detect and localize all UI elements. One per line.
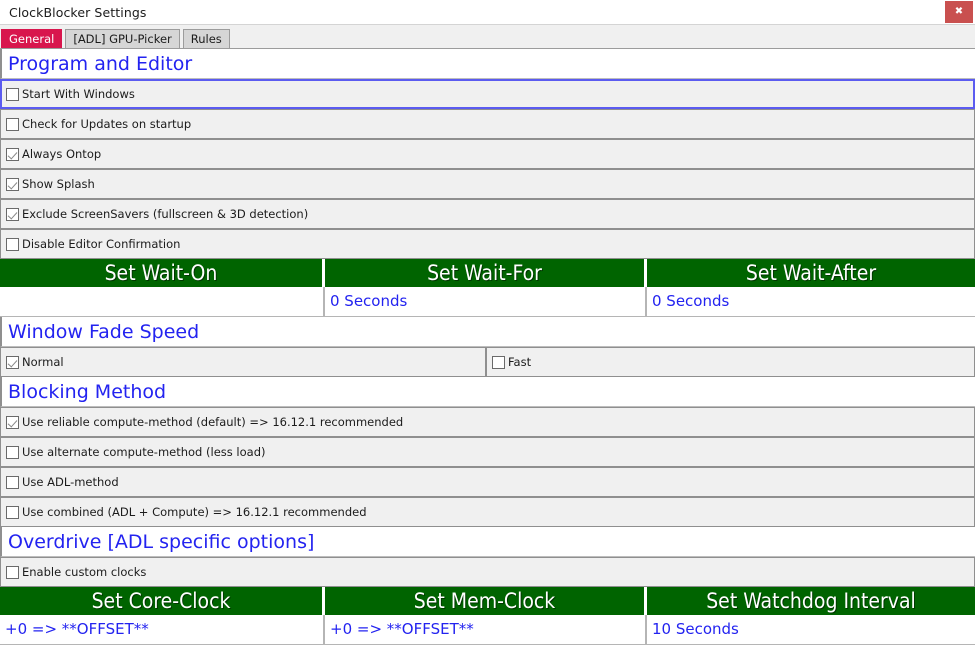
cell-value: +0 => **OFFSET** <box>330 620 474 638</box>
checkbox-icon[interactable] <box>6 445 19 459</box>
wait-for-value-cell[interactable]: 0 Seconds <box>325 287 647 317</box>
checkbox-icon[interactable] <box>6 565 19 579</box>
checkbox-icon[interactable] <box>6 475 19 489</box>
option-enable-custom-clocks[interactable]: Enable custom clocks <box>0 557 975 587</box>
option-always-ontop[interactable]: Always Ontop <box>0 139 975 169</box>
section-heading-label: Window Fade Speed <box>8 320 200 343</box>
clock-grid-value-row: +0 => **OFFSET** +0 => **OFFSET** 10 Sec… <box>0 615 975 645</box>
option-label: Normal <box>22 355 64 369</box>
clock-grid-header-set-core-clock: Set Core-Clock <box>0 587 325 615</box>
option-label: Fast <box>508 355 532 369</box>
wait-after-value-cell[interactable]: 0 Seconds <box>647 287 975 317</box>
grid-header-label: Set Wait-On <box>104 261 218 285</box>
mem-clock-value-cell[interactable]: +0 => **OFFSET** <box>325 615 647 645</box>
grid-header-label: Set Wait-For <box>427 261 542 285</box>
option-label: Disable Editor Confirmation <box>22 237 181 251</box>
wait-grid-header-set-wait-for: Set Wait-For <box>325 259 647 287</box>
wait-grid-header-row: Set Wait-On Set Wait-For Set Wait-After <box>0 259 975 287</box>
section-program-and-editor: Program and Editor <box>0 49 975 79</box>
option-label: Always Ontop <box>22 147 102 161</box>
checkbox-icon[interactable] <box>6 237 19 251</box>
checkbox-checked-icon[interactable] <box>6 207 19 221</box>
option-show-splash[interactable]: Show Splash <box>0 169 975 199</box>
cell-value: +0 => **OFFSET** <box>5 620 149 638</box>
close-window-button[interactable]: ✖ <box>945 0 973 23</box>
checkbox-icon[interactable] <box>6 87 19 101</box>
checkbox-icon[interactable] <box>6 117 19 131</box>
section-heading-label: Blocking Method <box>8 380 167 403</box>
option-use-combined-adl-compute[interactable]: Use combined (ADL + Compute) => 16.12.1 … <box>0 497 975 527</box>
option-label: Enable custom clocks <box>22 565 147 579</box>
option-label: Use ADL-method <box>22 475 119 489</box>
clock-grid-header-row: Set Core-Clock Set Mem-Clock Set Watchdo… <box>0 587 975 615</box>
wait-on-value-cell[interactable] <box>0 287 325 317</box>
checkbox-icon[interactable] <box>6 505 19 519</box>
option-exclude-screensavers[interactable]: Exclude ScreenSavers (fullscreen & 3D de… <box>0 199 975 229</box>
section-overdrive: Overdrive [ADL specific options] <box>0 527 975 557</box>
option-label: Show Splash <box>22 177 95 191</box>
watchdog-interval-value-cell[interactable]: 10 Seconds <box>647 615 975 645</box>
grid-header-label: Set Mem-Clock <box>413 589 556 613</box>
grid-header-label: Set Core-Clock <box>91 589 231 613</box>
checkbox-checked-icon[interactable] <box>6 147 19 161</box>
option-label: Exclude ScreenSavers (fullscreen & 3D de… <box>22 207 309 221</box>
tab-rules[interactable]: Rules <box>182 29 230 48</box>
checkbox-checked-icon[interactable] <box>6 415 19 429</box>
wait-grid-header-set-wait-on: Set Wait-On <box>0 259 325 287</box>
option-label: Use alternate compute-method (less load) <box>22 445 266 459</box>
option-label: Use combined (ADL + Compute) => 16.12.1 … <box>22 505 367 519</box>
option-use-alternate-compute-method[interactable]: Use alternate compute-method (less load) <box>0 437 975 467</box>
window-titlebar: ClockBlocker Settings ✖ <box>0 0 975 24</box>
window-fade-speed-options-row: Normal Fast <box>0 347 975 377</box>
option-start-with-windows[interactable]: Start With Windows <box>0 79 975 109</box>
option-fade-normal[interactable]: Normal <box>0 347 486 377</box>
cell-value: 10 Seconds <box>652 620 739 638</box>
checkbox-icon[interactable] <box>492 355 505 369</box>
clock-grid-header-set-mem-clock: Set Mem-Clock <box>325 587 647 615</box>
core-clock-value-cell[interactable]: +0 => **OFFSET** <box>0 615 325 645</box>
wait-grid-header-set-wait-after: Set Wait-After <box>647 259 975 287</box>
option-disable-editor-confirmation[interactable]: Disable Editor Confirmation <box>0 229 975 259</box>
clock-grid-header-set-watchdog-interval: Set Watchdog Interval <box>647 587 975 615</box>
cell-value: 0 Seconds <box>652 292 730 310</box>
checkbox-checked-icon[interactable] <box>6 355 19 369</box>
option-label: Check for Updates on startup <box>22 117 192 131</box>
settings-content: Program and Editor Start With Windows Ch… <box>0 48 975 645</box>
grid-header-label: Set Wait-After <box>745 261 877 285</box>
option-label: Use reliable compute-method (default) =>… <box>22 415 404 429</box>
checkbox-checked-icon[interactable] <box>6 177 19 191</box>
option-use-adl-method[interactable]: Use ADL-method <box>0 467 975 497</box>
section-heading-label: Overdrive [ADL specific options] <box>8 530 315 553</box>
option-check-for-updates-on-startup[interactable]: Check for Updates on startup <box>0 109 975 139</box>
grid-header-label: Set Watchdog Interval <box>706 589 916 613</box>
tab-adl-gpu-picker[interactable]: [ADL] GPU-Picker <box>65 29 180 48</box>
window-title: ClockBlocker Settings <box>9 4 147 20</box>
section-window-fade-speed: Window Fade Speed <box>0 317 975 347</box>
tab-strip: General [ADL] GPU-Picker Rules <box>0 24 975 48</box>
option-label: Start With Windows <box>22 87 135 101</box>
section-heading-label: Program and Editor <box>8 52 193 75</box>
wait-grid-value-row: 0 Seconds 0 Seconds <box>0 287 975 317</box>
option-use-reliable-compute-method[interactable]: Use reliable compute-method (default) =>… <box>0 407 975 437</box>
tab-general[interactable]: General <box>1 29 63 48</box>
option-fade-fast[interactable]: Fast <box>486 347 975 377</box>
section-blocking-method: Blocking Method <box>0 377 975 407</box>
cell-value: 0 Seconds <box>330 292 408 310</box>
